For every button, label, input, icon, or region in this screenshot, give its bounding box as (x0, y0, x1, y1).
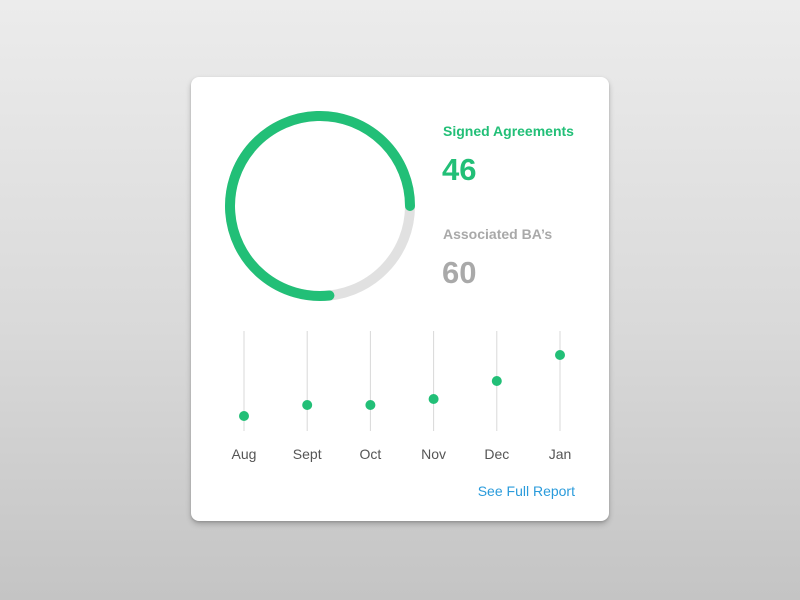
associated-bas-label: Associated BA’s (443, 226, 553, 242)
chart-point-oct[interactable] (365, 400, 376, 410)
see-full-report-link[interactable]: See Full Report (478, 483, 575, 499)
monthly-dot-chart: Aug Sept Oct Nov Dec Jan (232, 331, 572, 462)
chart-point-sept[interactable] (302, 400, 313, 410)
month-label-sept: Sept (293, 446, 322, 462)
chart-point-nov[interactable] (428, 394, 439, 404)
signed-agreements-value: 46 (442, 152, 477, 187)
month-label-dec: Dec (484, 446, 509, 462)
associated-bas-value: 60 (442, 255, 477, 290)
month-label-nov: Nov (421, 446, 446, 462)
chart-point-aug[interactable] (239, 411, 249, 421)
chart-point-jan[interactable] (555, 350, 565, 360)
month-label-oct: Oct (360, 446, 382, 462)
signed-agreements-label: Signed Agreements (443, 123, 574, 139)
month-label-jan: Jan (549, 446, 572, 462)
agreements-donut-chart (225, 111, 415, 301)
month-label-aug: Aug (232, 446, 257, 462)
agreements-card: Signed Agreements 46 Associated BA’s 60 … (191, 77, 609, 521)
chart-point-dec[interactable] (491, 376, 502, 386)
